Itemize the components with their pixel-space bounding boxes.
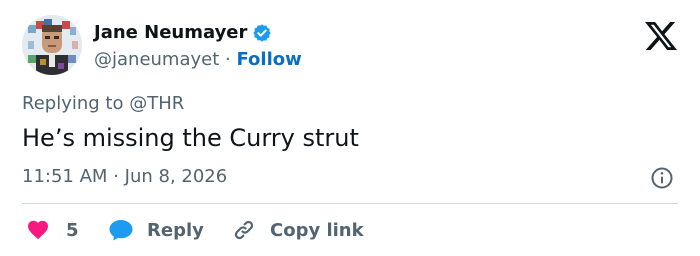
display-name-row[interactable]: Jane Neumayer: [94, 21, 272, 45]
x-logo-icon[interactable]: [645, 22, 677, 50]
reply-label: Reply: [147, 219, 204, 241]
handle-row: @janeumayet · Follow: [94, 48, 302, 72]
timestamp-link[interactable]: 11:51 AM · Jun 8, 2026: [22, 165, 227, 189]
verified-badge-icon: [252, 23, 272, 43]
reply-context-prefix: Replying to: [22, 93, 124, 114]
action-bar: 5 Reply Copy link: [22, 216, 682, 244]
follow-button[interactable]: Follow: [236, 49, 301, 70]
avatar[interactable]: [22, 15, 82, 75]
copy-link-label: Copy link: [270, 219, 364, 241]
tweet-time: 11:51 AM: [22, 166, 108, 187]
heart-icon: [26, 218, 50, 242]
user-handle[interactable]: @janeumayet: [94, 49, 219, 70]
tweet-date: Jun 8, 2026: [124, 166, 228, 187]
info-icon[interactable]: [650, 166, 674, 190]
speech-bubble-icon: [108, 218, 134, 242]
link-icon: [232, 218, 256, 242]
avatar-image: [22, 15, 82, 75]
reply-mention-link[interactable]: @THR: [129, 93, 184, 114]
tweet-card: Jane Neumayer @janeumayet · Follow Reply…: [0, 0, 700, 256]
display-name[interactable]: Jane Neumayer: [94, 21, 247, 45]
divider: [22, 203, 678, 204]
like-count: 5: [66, 219, 79, 241]
handle-separator: ·: [225, 49, 231, 70]
copy-link-button[interactable]: Copy link: [232, 216, 364, 244]
reply-button[interactable]: Reply: [108, 216, 204, 244]
timestamp-separator: ·: [113, 166, 119, 187]
tweet-text: He’s missing the Curry strut: [22, 124, 359, 152]
like-button[interactable]: 5: [26, 216, 79, 244]
reply-context: Replying to @THR: [22, 92, 184, 116]
